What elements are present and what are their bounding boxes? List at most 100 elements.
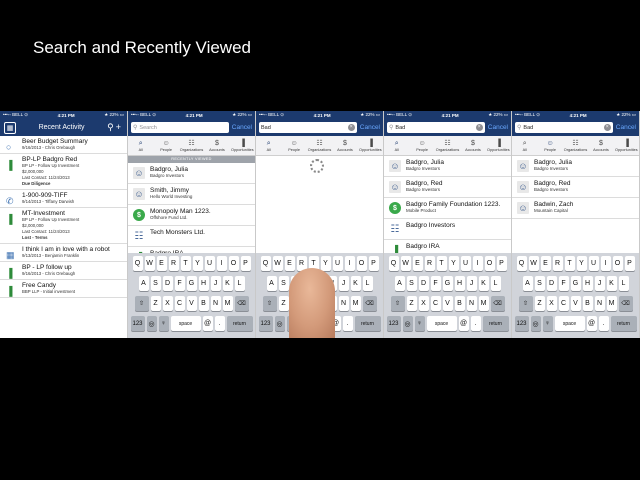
key-b[interactable]: B: [582, 296, 593, 311]
key-u[interactable]: U: [588, 256, 599, 271]
key-s[interactable]: S: [150, 276, 161, 291]
menu-icon[interactable]: ▦: [4, 121, 16, 134]
microphone-icon[interactable]: ♀: [414, 316, 425, 331]
tab-all[interactable]: ⌕ All: [256, 136, 281, 155]
key-i[interactable]: I: [600, 256, 611, 271]
key-w[interactable]: W: [528, 256, 539, 271]
activity-item[interactable]: ▐ MT-Investment BP LP - Follow Up Investme…: [0, 208, 127, 244]
key-a[interactable]: A: [138, 276, 149, 291]
key-w[interactable]: W: [400, 256, 411, 271]
key-i[interactable]: I: [344, 256, 355, 271]
key-g[interactable]: G: [442, 276, 453, 291]
space-key[interactable]: space: [554, 316, 585, 331]
key-n[interactable]: N: [466, 296, 477, 311]
key-o[interactable]: O: [612, 256, 623, 271]
space-key[interactable]: space: [170, 316, 201, 331]
key-e[interactable]: E: [284, 256, 295, 271]
key-u[interactable]: U: [460, 256, 471, 271]
tab-opportunities[interactable]: ▐ Opportunities: [358, 136, 383, 155]
shift-key[interactable]: ⇧: [134, 296, 149, 311]
key-c[interactable]: C: [558, 296, 569, 311]
key-p[interactable]: P: [496, 256, 507, 271]
result-row[interactable]: $ Monopoly Man 1223. Offshore Fund Ltd.: [128, 205, 255, 226]
tab-organizations[interactable]: ☷ Organizations: [179, 136, 204, 155]
key-l[interactable]: L: [618, 276, 629, 291]
globe-icon[interactable]: ◎: [402, 316, 413, 331]
return-key[interactable]: return: [226, 316, 253, 331]
key-v[interactable]: V: [570, 296, 581, 311]
result-row[interactable]: $ Badgro Family Foundation 1223. Mobile Pr…: [384, 198, 511, 219]
key-y[interactable]: Y: [192, 256, 203, 271]
clear-icon[interactable]: ×: [347, 124, 355, 131]
key-k[interactable]: K: [222, 276, 233, 291]
numbers-key[interactable]: 123: [514, 316, 529, 331]
key-t[interactable]: T: [564, 256, 575, 271]
key-z[interactable]: Z: [150, 296, 161, 311]
key-p[interactable]: P: [624, 256, 635, 271]
cancel-button[interactable]: Cancel: [616, 124, 636, 131]
key-v[interactable]: V: [442, 296, 453, 311]
key-l[interactable]: L: [362, 276, 373, 291]
key-s[interactable]: S: [534, 276, 545, 291]
key-l[interactable]: L: [234, 276, 245, 291]
key-n[interactable]: N: [210, 296, 221, 311]
key-j[interactable]: J: [338, 276, 349, 291]
tab-organizations[interactable]: ☷ Organizations: [563, 136, 588, 155]
key-q[interactable]: Q: [260, 256, 271, 271]
clear-icon[interactable]: ×: [475, 124, 483, 131]
at-key[interactable]: @: [586, 316, 597, 331]
tab-accounts[interactable]: $ Accounts: [204, 136, 229, 155]
key-r[interactable]: R: [168, 256, 179, 271]
key-u[interactable]: U: [204, 256, 215, 271]
key-l[interactable]: L: [490, 276, 501, 291]
tab-opportunities[interactable]: ▐ Opportunities: [486, 136, 511, 155]
activity-item[interactable]: ▐ Free Candy BBP LLP - Initial investment: [0, 280, 127, 298]
key-x[interactable]: X: [418, 296, 429, 311]
activity-item[interactable]: ○ Beer Budget Summary 9/16/2013 - Chris Or…: [0, 136, 127, 154]
key-z[interactable]: Z: [406, 296, 417, 311]
key-e[interactable]: E: [156, 256, 167, 271]
key-m[interactable]: M: [478, 296, 489, 311]
tab-organizations[interactable]: ☷ Organizations: [307, 136, 332, 155]
activity-item[interactable]: ▐ BP - LP follow up 9/16/2013 - Chris Oreb…: [0, 262, 127, 280]
key-h[interactable]: H: [582, 276, 593, 291]
key-r[interactable]: R: [552, 256, 563, 271]
key-h[interactable]: H: [198, 276, 209, 291]
key-n[interactable]: N: [338, 296, 349, 311]
activity-item[interactable]: ▦ I think I am in love with a robot 9/13/2…: [0, 244, 127, 262]
globe-icon[interactable]: ◎: [146, 316, 157, 331]
key-o[interactable]: O: [228, 256, 239, 271]
key-j[interactable]: J: [594, 276, 605, 291]
key-h[interactable]: H: [454, 276, 465, 291]
result-row[interactable]: ☺ Badgro, Julia Badgro Investors: [384, 156, 511, 177]
key-m[interactable]: M: [606, 296, 617, 311]
key-o[interactable]: O: [484, 256, 495, 271]
key-q[interactable]: Q: [516, 256, 527, 271]
tab-people[interactable]: ☺ People: [409, 136, 434, 155]
key-v[interactable]: V: [186, 296, 197, 311]
activity-item[interactable]: ✆ 1-900-909-TIFF 9/14/2013 - Tiffany Darwi…: [0, 190, 127, 208]
tab-opportunities[interactable]: ▐ Opportunities: [230, 136, 255, 155]
return-key[interactable]: return: [610, 316, 637, 331]
tab-all[interactable]: ⌕ All: [384, 136, 409, 155]
key-o[interactable]: O: [356, 256, 367, 271]
key-g[interactable]: G: [570, 276, 581, 291]
delete-key[interactable]: ⌫: [234, 296, 249, 311]
key-a[interactable]: A: [266, 276, 277, 291]
numbers-key[interactable]: 123: [386, 316, 401, 331]
key-p[interactable]: P: [240, 256, 251, 271]
tab-people[interactable]: ☺ People: [281, 136, 306, 155]
result-row[interactable]: ☺ Badgro, Julia Badgro Investors: [512, 156, 639, 177]
key-r[interactable]: R: [424, 256, 435, 271]
tab-people[interactable]: ☺ People: [153, 136, 178, 155]
key-u[interactable]: U: [332, 256, 343, 271]
space-key[interactable]: space: [426, 316, 457, 331]
search-input[interactable]: Bad ×: [259, 122, 357, 133]
key-q[interactable]: Q: [388, 256, 399, 271]
delete-key[interactable]: ⌫: [362, 296, 377, 311]
shift-key[interactable]: ⇧: [518, 296, 533, 311]
delete-key[interactable]: ⌫: [618, 296, 633, 311]
key-d[interactable]: D: [418, 276, 429, 291]
key-z[interactable]: Z: [278, 296, 289, 311]
result-row[interactable]: ☺ Badgro, Red Badgro Investors: [384, 177, 511, 198]
